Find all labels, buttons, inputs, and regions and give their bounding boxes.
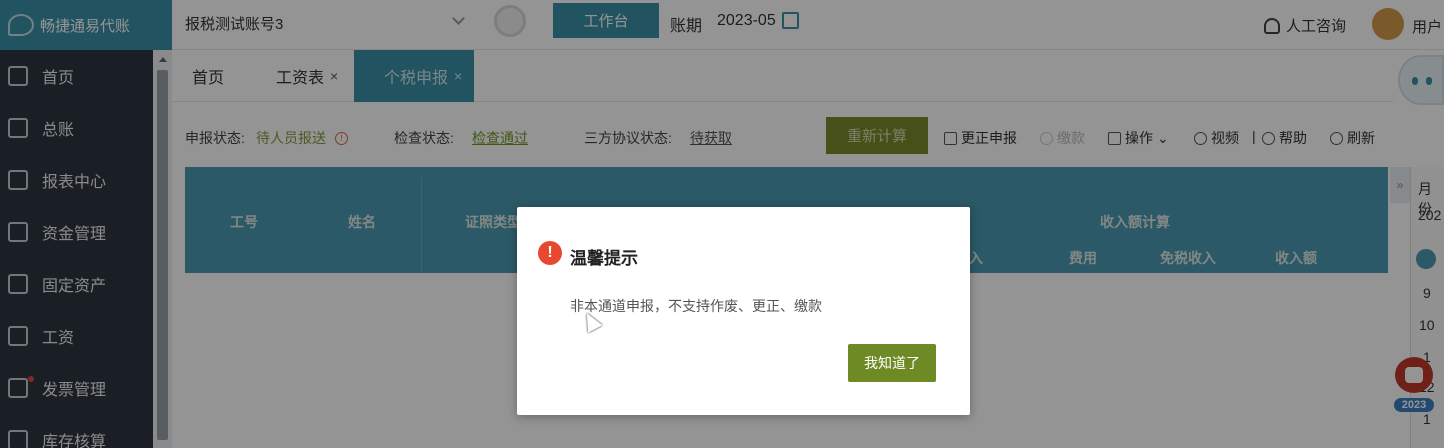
exclamation-icon: ! [538, 241, 562, 265]
dialog-title: 温馨提示 [570, 249, 638, 268]
warning-dialog: ! 温馨提示 非本通道申报，不支持作废、更正、缴款 我知道了 [517, 207, 970, 415]
dialog-message: 非本通道申报，不支持作废、更正、缴款 [570, 298, 822, 314]
acknowledge-button[interactable]: 我知道了 [848, 344, 936, 382]
